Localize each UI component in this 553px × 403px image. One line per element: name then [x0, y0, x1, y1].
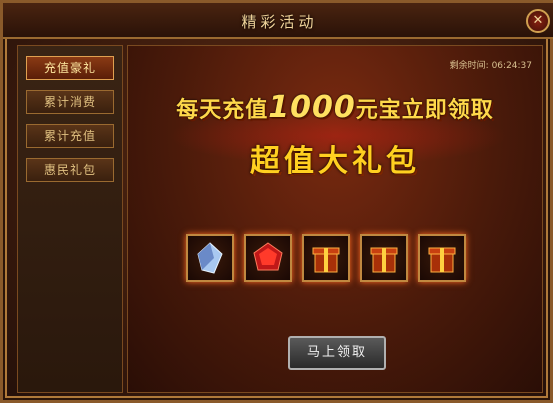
- countdown-timer: 剩余时间: 06:24:37: [450, 58, 532, 71]
- sidebar: 充值豪礼 累计消费 累计充值 惠民礼包: [17, 45, 123, 393]
- claim-now-button[interactable]: 马上领取: [288, 336, 386, 370]
- close-button[interactable]: ✕: [526, 9, 550, 33]
- reward-slot[interactable]: [418, 234, 466, 282]
- title-bar: 精彩活动 ✕: [3, 3, 553, 39]
- reward-slot[interactable]: [186, 234, 234, 282]
- activity-window: 精彩活动 ✕ 充值豪礼 累计消费 累计充值 惠民礼包 剩余时间: 06:24:3…: [0, 0, 553, 403]
- headline-suffix: 元宝立即领取: [355, 98, 494, 123]
- subtitle: 超值大礼包: [250, 144, 420, 179]
- reward-slot[interactable]: [302, 234, 350, 282]
- reward-list: [186, 234, 486, 282]
- gift-box-icon: [370, 247, 398, 273]
- tab-recharge-gift[interactable]: 充值豪礼: [26, 56, 114, 80]
- red-gem-icon: [253, 242, 283, 271]
- gift-box-icon: [428, 247, 456, 273]
- headline-prefix: 每天充值: [176, 98, 269, 123]
- tab-cumulative-recharge[interactable]: 累计充值: [26, 124, 114, 148]
- tab-benefit-pack[interactable]: 惠民礼包: [26, 158, 114, 182]
- headline-amount: 1000: [268, 90, 356, 125]
- reward-slot[interactable]: [244, 234, 292, 282]
- reward-slot[interactable]: [360, 234, 408, 282]
- main-panel: 剩余时间: 06:24:37 每天充值1000元宝立即领取 超值大礼包 马上领取: [127, 45, 543, 393]
- crystal-icon: [197, 242, 223, 274]
- window-title: 精彩活动: [241, 13, 318, 31]
- tab-cumulative-spend[interactable]: 累计消费: [26, 90, 114, 114]
- headline: 每天充值1000元宝立即领取: [128, 90, 542, 125]
- timer-label: 剩余时间:: [449, 61, 489, 71]
- timer-value: 06:24:37: [491, 61, 532, 71]
- gift-box-icon: [312, 247, 340, 273]
